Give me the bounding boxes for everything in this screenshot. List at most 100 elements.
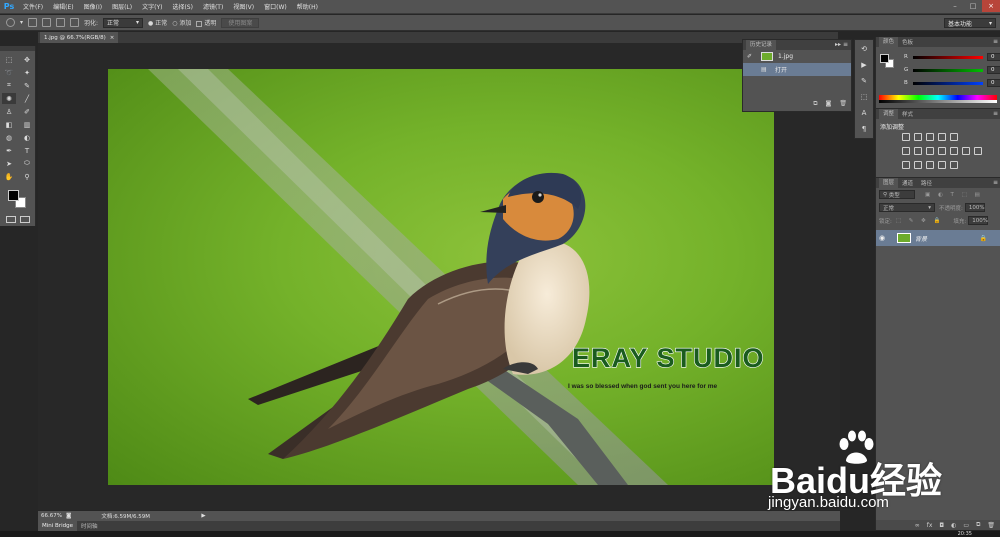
- brush-tool-icon[interactable]: ╱: [20, 93, 34, 104]
- close-icon[interactable]: ×: [982, 0, 1000, 12]
- menu-view[interactable]: 视图(V): [228, 2, 259, 11]
- panel-menu-icon[interactable]: ≡: [993, 38, 998, 45]
- preset-dropdown-icon[interactable]: ▾: [20, 19, 23, 26]
- channel-g-value[interactable]: 0: [987, 66, 1000, 74]
- delete-layer-icon[interactable]: 🗑: [987, 522, 995, 529]
- paragraph-icon[interactable]: ¶: [855, 122, 873, 136]
- subtract-selection-icon[interactable]: [56, 18, 66, 27]
- channel-g-slider[interactable]: [913, 68, 983, 72]
- mode-select[interactable]: 正常 ▾: [103, 17, 144, 28]
- color-balance-icon[interactable]: [926, 147, 934, 155]
- posterize-icon[interactable]: [914, 161, 922, 169]
- add-selection-icon[interactable]: [42, 18, 52, 27]
- brightness-icon[interactable]: [902, 133, 910, 141]
- history-brush-source-icon[interactable]: ✐: [747, 53, 755, 61]
- menu-window[interactable]: 窗口(W): [259, 2, 292, 11]
- lock-icons[interactable]: ⬚ ✎ ✥ 🔒: [896, 218, 944, 224]
- brush-presets-icon[interactable]: ✎: [855, 74, 873, 88]
- layer-name[interactable]: 背景: [915, 234, 927, 243]
- magic-wand-tool-icon[interactable]: ✦: [20, 67, 34, 78]
- crop-tool-icon[interactable]: ⌗: [2, 80, 16, 91]
- vibrance-icon[interactable]: [902, 147, 910, 155]
- fx-icon[interactable]: fx: [927, 522, 933, 529]
- selective-color-icon[interactable]: [950, 161, 958, 169]
- minimize-icon[interactable]: –: [946, 0, 964, 12]
- new-document-from-state-icon[interactable]: ⧉: [813, 100, 817, 108]
- move-tool-icon[interactable]: ✥: [20, 54, 34, 65]
- tab-timeline[interactable]: 时间轴: [77, 521, 102, 531]
- new-selection-icon[interactable]: [28, 18, 38, 27]
- exposure-icon[interactable]: [938, 133, 946, 141]
- status-info-icon[interactable]: ◙: [66, 513, 71, 519]
- actions-icon[interactable]: ▶: [855, 58, 873, 72]
- hand-tool-icon[interactable]: ✋: [2, 171, 16, 182]
- menu-file[interactable]: 文件(F): [18, 2, 48, 11]
- curves-icon[interactable]: [926, 133, 934, 141]
- invert-icon[interactable]: [902, 161, 910, 169]
- document-tab[interactable]: 1.jpg @ 66.7%(RGB/8) ×: [40, 32, 118, 43]
- color-spectrum-ramp[interactable]: [879, 95, 997, 103]
- channel-r-slider[interactable]: [913, 55, 983, 59]
- tab-history[interactable]: 历史记录: [746, 40, 777, 50]
- lasso-tool-icon[interactable]: ➰: [2, 67, 16, 78]
- eraser-tool-icon[interactable]: ◧: [2, 119, 16, 130]
- history-step-open[interactable]: ▤ 打开: [743, 63, 851, 76]
- tab-paths[interactable]: 路径: [917, 179, 936, 187]
- tab-swatches[interactable]: 色板: [898, 38, 917, 46]
- new-layer-icon[interactable]: ⧉: [976, 521, 980, 529]
- history-icon[interactable]: ⟲: [855, 42, 873, 56]
- eye-icon[interactable]: ◉: [879, 234, 889, 242]
- menu-image[interactable]: 图像(I): [79, 2, 107, 11]
- levels-icon[interactable]: [914, 133, 922, 141]
- menu-help[interactable]: 帮助(H): [292, 2, 323, 11]
- panel-menu-icon[interactable]: ≡: [993, 110, 998, 117]
- foreground-color-swatch[interactable]: [8, 190, 19, 201]
- channel-b-value[interactable]: 0: [987, 79, 1000, 87]
- menu-select[interactable]: 选择(S): [167, 2, 198, 11]
- menu-type[interactable]: 文字(Y): [137, 2, 167, 11]
- menu-filter[interactable]: 滤镜(T): [198, 2, 228, 11]
- tab-styles[interactable]: 样式: [898, 110, 917, 118]
- canvas-area[interactable]: ERAY STUDIO I was so blessed when god se…: [38, 43, 840, 510]
- tab-mini-bridge[interactable]: Mini Bridge: [38, 521, 77, 531]
- intersect-selection-icon[interactable]: [70, 18, 80, 27]
- maximize-icon[interactable]: □: [964, 0, 982, 12]
- document-canvas[interactable]: ERAY STUDIO I was so blessed when god se…: [108, 69, 774, 485]
- clone-source-icon[interactable]: ⬚: [855, 90, 873, 104]
- blend-mode-select[interactable]: 正常 ▾: [879, 203, 935, 212]
- panel-menu-icon[interactable]: ≡: [993, 179, 998, 186]
- tab-color[interactable]: 颜色: [879, 37, 899, 47]
- eyedropper-tool-icon[interactable]: ✎: [20, 80, 34, 91]
- shape-tool-icon[interactable]: ⬭: [20, 158, 34, 169]
- path-select-tool-icon[interactable]: ➤: [2, 158, 16, 169]
- radio-normal[interactable]: ● 正常: [148, 18, 167, 27]
- document-close-icon[interactable]: ×: [110, 35, 115, 41]
- channel-r-value[interactable]: 0: [987, 53, 1000, 61]
- layer-row-background[interactable]: ◉ 背景 🔒: [876, 230, 1000, 246]
- layer-filter-icons[interactable]: ▣ ◐ T ⬚ ▤: [925, 192, 983, 198]
- group-icon[interactable]: ▭: [963, 522, 969, 529]
- delete-icon[interactable]: 🗑: [839, 100, 847, 108]
- gradient-map-icon[interactable]: [938, 161, 946, 169]
- opacity-input[interactable]: 100%: [964, 203, 985, 212]
- status-menu-arrow-icon[interactable]: ▶: [201, 513, 205, 519]
- threshold-icon[interactable]: [926, 161, 934, 169]
- tab-adjustments[interactable]: 调整: [879, 109, 899, 119]
- stamp-tool-icon[interactable]: ♙: [2, 106, 16, 117]
- transparent-checkbox[interactable]: 透明: [196, 18, 216, 27]
- screen-mode-icon[interactable]: [20, 216, 30, 223]
- channel-mixer-icon[interactable]: [962, 147, 970, 155]
- radio-add[interactable]: ○ 添加: [172, 18, 191, 27]
- hue-saturation-icon[interactable]: [914, 147, 922, 155]
- patch-tool-icon[interactable]: ✺: [2, 93, 16, 104]
- menu-edit[interactable]: 编辑(E): [48, 2, 78, 11]
- workspace-select[interactable]: 基本功能 ▾: [944, 18, 996, 28]
- channel-b-slider[interactable]: [913, 81, 983, 85]
- gradient-map-triangle-icon[interactable]: [950, 133, 958, 141]
- dodge-tool-icon[interactable]: ◐: [20, 132, 34, 143]
- fill-input[interactable]: 100%: [968, 216, 989, 225]
- pen-tool-icon[interactable]: ✒: [2, 145, 16, 156]
- layer-kind-select[interactable]: ⚲ 类型: [879, 190, 915, 199]
- type-tool-icon[interactable]: T: [20, 145, 34, 156]
- tab-channels[interactable]: 通道: [898, 179, 917, 187]
